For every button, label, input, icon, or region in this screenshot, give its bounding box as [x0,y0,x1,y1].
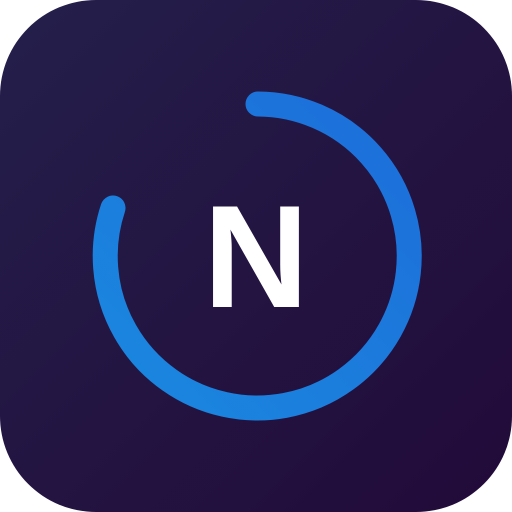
icon-background [0,0,512,512]
app-icon[interactable] [0,0,512,512]
